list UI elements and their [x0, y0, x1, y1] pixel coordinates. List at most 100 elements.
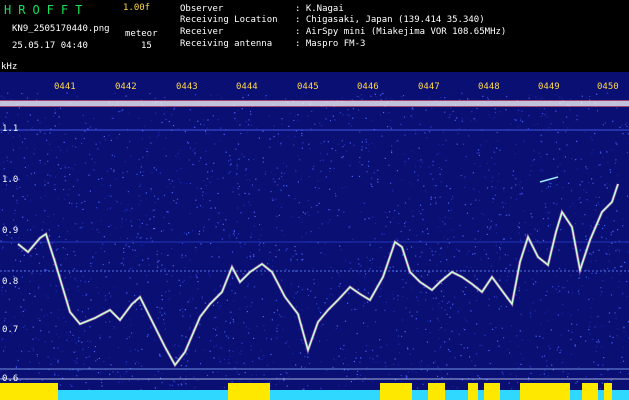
noise-dot [141, 138, 143, 140]
noise-dot [124, 161, 126, 163]
noise-dot [17, 359, 19, 361]
noise-dot [138, 195, 140, 197]
noise-dot [84, 200, 86, 202]
noise-dot [490, 220, 492, 222]
noise-dot [529, 316, 532, 318]
noise-dot [425, 243, 427, 245]
noise-dot [49, 132, 51, 134]
time-label: 0446 [357, 82, 379, 92]
noise-dot [389, 125, 391, 128]
noise-dot [39, 122, 41, 124]
noise-dot [101, 382, 103, 384]
noise-dot [458, 250, 460, 252]
noise-dot [199, 205, 202, 207]
noise-dot [198, 336, 200, 338]
noise-dot [192, 149, 194, 152]
noise-dot [607, 369, 609, 371]
noise-dot [184, 131, 186, 133]
noise-dot [379, 339, 381, 341]
noise-dot [245, 168, 247, 170]
noise-dot [400, 230, 402, 233]
noise-dot [578, 199, 580, 201]
noise-dot [37, 287, 40, 289]
noise-dot [473, 118, 475, 120]
noise-dot [329, 219, 331, 221]
noise-dot [524, 221, 526, 224]
noise-dot [548, 345, 550, 347]
noise-dot [100, 379, 103, 382]
noise-dot [43, 315, 46, 317]
bottom-strip-yellow [380, 383, 412, 400]
noise-dot [115, 200, 117, 202]
noise-dot [498, 213, 501, 216]
noise-dot [389, 120, 392, 122]
noise-dot [580, 336, 582, 338]
noise-dot [528, 377, 530, 379]
noise-dot [75, 342, 77, 344]
noise-dot [349, 262, 351, 264]
noise-dot [286, 248, 288, 250]
noise-dot [35, 337, 37, 339]
noise-dot [584, 214, 586, 216]
noise-dot [517, 226, 519, 228]
noise-dot [62, 247, 64, 249]
noise-dot [14, 316, 16, 318]
noise-dot [556, 184, 558, 186]
noise-dot [3, 320, 6, 322]
noise-dot [357, 288, 360, 290]
noise-dot [341, 140, 343, 142]
noise-dot [75, 351, 77, 353]
noise-dot [607, 161, 609, 163]
noise-dot [489, 362, 491, 365]
y-tick-label: 0.9 [2, 226, 19, 236]
noise-dot [588, 329, 590, 331]
noise-dot [546, 116, 549, 118]
noise-dot [544, 376, 546, 378]
noise-dot [96, 358, 98, 360]
noise-dot [76, 96, 78, 98]
noise-dot [343, 144, 345, 146]
noise-dot [484, 249, 486, 251]
noise-dot [438, 303, 440, 305]
noise-dot [123, 251, 125, 253]
noise-dot [430, 126, 432, 128]
noise-dot [361, 141, 363, 143]
noise-dot [198, 233, 200, 235]
noise-dot [369, 259, 371, 262]
noise-dot [343, 344, 345, 347]
noise-dot [185, 375, 188, 377]
noise-dot [308, 143, 310, 145]
noise-dot [283, 379, 285, 381]
noise-dot [377, 169, 379, 171]
noise-dot [98, 231, 100, 233]
noise-dot [611, 277, 613, 279]
noise-dot [239, 124, 241, 126]
noise-dot [3, 350, 5, 352]
noise-dot [131, 332, 133, 334]
noise-dot [622, 360, 625, 362]
noise-dot [464, 293, 466, 295]
noise-dot [130, 220, 132, 222]
noise-dot [243, 156, 245, 158]
noise-dot [159, 355, 161, 357]
noise-dot [233, 231, 235, 233]
noise-dot [486, 187, 489, 189]
noise-dot [236, 173, 238, 175]
noise-dot [283, 185, 285, 187]
noise-dot [301, 147, 303, 149]
noise-dot [171, 275, 173, 277]
noise-dot [324, 253, 326, 255]
noise-dot [359, 374, 362, 376]
noise-dot [278, 249, 280, 251]
noise-dot [421, 275, 423, 277]
noise-dot [109, 207, 112, 209]
noise-dot [229, 283, 231, 285]
noise-dot [294, 135, 296, 137]
noise-dot [611, 149, 614, 151]
noise-dot [496, 131, 498, 134]
noise-dot [125, 219, 127, 221]
noise-dot [492, 201, 494, 203]
noise-dot [396, 238, 398, 240]
noise-dot [44, 163, 46, 165]
noise-dot [464, 318, 466, 320]
